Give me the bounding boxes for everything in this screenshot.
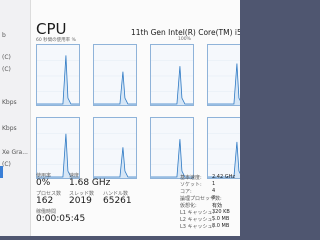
logical-processor-graph — [93, 44, 137, 106]
usage-line — [208, 60, 240, 105]
sidebar-item-wifi[interactable]: Kbps — [2, 99, 17, 106]
spec-base-speed-value: 2.42 GHz — [212, 174, 235, 180]
usage-line — [94, 60, 136, 105]
task-manager-window: b (C) (C) Kbps Kbps Xe Gra... (C) CPU 11… — [0, 0, 240, 236]
speed-value: 1.68 GHz — [69, 178, 111, 188]
sidebar-selection-indicator — [0, 166, 3, 178]
usage-line — [94, 133, 136, 178]
logical-processor-graph — [150, 117, 194, 179]
logical-processor-graph — [36, 117, 80, 179]
process-value: 162 — [36, 196, 54, 206]
usage-value: 0% — [36, 178, 51, 188]
page-title: CPU — [36, 20, 67, 38]
spec-logical-value: 8 — [212, 195, 216, 201]
sidebar-item-ethernet[interactable]: Kbps — [2, 125, 17, 132]
logical-processor-graph — [36, 44, 80, 106]
spec-cores-value: 4 — [212, 188, 216, 194]
cpu-graph-grid[interactable] — [36, 44, 240, 184]
logical-processor-graph — [150, 44, 194, 106]
spec-l1-value: 320 KB — [212, 209, 230, 215]
spec-base-speed-label: 基本速度: — [180, 175, 202, 181]
spec-logical-label: 論理プロセッサ数: — [180, 196, 222, 202]
sidebar-item-disk-0[interactable]: (C) — [2, 54, 11, 61]
spec-l3-value: 8.0 MB — [212, 223, 230, 229]
sidebar-item-memory[interactable]: b — [2, 32, 6, 39]
spec-virtualization-label: 仮想化: — [180, 203, 197, 209]
usage-line — [151, 60, 193, 105]
sidebar-item-label: (C) — [2, 66, 11, 73]
sidebar-item-disk-1[interactable]: (C) — [2, 66, 11, 73]
logical-processor-graph — [207, 117, 240, 179]
logical-processor-graph — [207, 44, 240, 106]
sidebar: b (C) (C) Kbps Kbps Xe Gra... (C) — [0, 0, 31, 236]
sidebar-item-label: Kbps — [2, 125, 17, 132]
spec-sockets-label: ソケット: — [180, 182, 202, 188]
sidebar-item-label: Kbps — [2, 99, 17, 106]
sidebar-item-label: (C) — [2, 161, 11, 168]
usage-line — [37, 133, 79, 178]
spec-l1-label: L1 キャッシュ: — [180, 210, 215, 216]
usage-line — [208, 133, 240, 178]
graph-caption: 60 秒間の使用率 % — [36, 38, 76, 43]
spec-sockets-value: 1 — [212, 181, 216, 187]
uptime-value: 0:00:05:45 — [36, 214, 86, 224]
usage-line — [151, 133, 193, 178]
processor-name: 11th Gen Intel(R) Core(TM) i5-1135G7 @ 2… — [131, 28, 240, 37]
spec-l2-label: L2 キャッシュ: — [180, 217, 215, 223]
spec-l2-value: 5.0 MB — [212, 216, 230, 222]
sidebar-item-label: Xe Gra... — [2, 149, 28, 156]
thread-value: 2019 — [69, 196, 92, 206]
performance-panel: CPU 11th Gen Intel(R) Core(TM) i5-1135G7… — [31, 0, 240, 236]
spec-cores-label: コア: — [180, 189, 192, 195]
sidebar-item-npu[interactable]: (C) — [2, 161, 11, 168]
sidebar-item-label: (C) — [2, 54, 11, 61]
sidebar-item-gpu[interactable]: Xe Gra... — [2, 149, 28, 156]
usage-line — [37, 55, 79, 105]
handle-value: 65261 — [103, 196, 132, 206]
spec-virtualization-value: 有効 — [212, 203, 223, 209]
spec-l3-label: L3 キャッシュ: — [180, 224, 215, 230]
logical-processor-graph — [93, 117, 137, 179]
graph-max-label: 100% — [178, 37, 191, 42]
sidebar-item-label: b — [2, 32, 6, 39]
